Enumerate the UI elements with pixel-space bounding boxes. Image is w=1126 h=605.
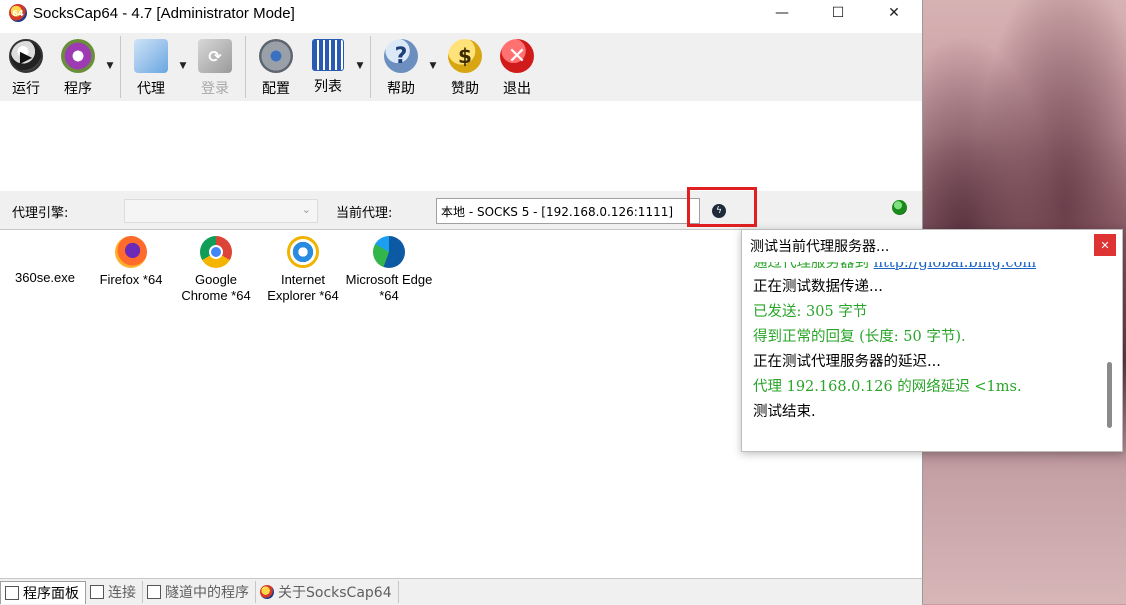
log-line: 正在测试数据传递...: [753, 279, 883, 295]
help-dropdown-arrow[interactable]: ▼: [427, 33, 439, 99]
chrome-icon: [200, 236, 232, 268]
program-item-chrome[interactable]: Google Chrome *64: [171, 232, 261, 304]
config-button[interactable]: 配置: [250, 33, 302, 99]
program-item-firefox[interactable]: Firefox *64: [86, 232, 176, 288]
program-label: Google Chrome *64: [181, 272, 251, 303]
gear-icon: [259, 39, 293, 73]
popup-title: 测试当前代理服务器...: [750, 239, 890, 255]
exit-button[interactable]: ✕ 退出: [491, 33, 543, 99]
toolbar-spacer-area: [0, 101, 922, 191]
chevron-down-icon: ⌄: [301, 203, 311, 216]
tab-about[interactable]: 关于SocksCap64: [256, 581, 399, 603]
toolbar-separator: [245, 36, 246, 98]
program-label: 程序: [64, 81, 92, 97]
test-log: 通过代理服务器到 http://global.bing.com 正在测试数据传递…: [742, 262, 1104, 448]
proxy-label: 代理: [137, 81, 165, 97]
log-line: 测试结束.: [753, 404, 816, 420]
log-line: 得到正常的回复 (长度: 50 字节).: [753, 329, 966, 345]
exit-label: 退出: [503, 81, 531, 97]
edge-icon: [373, 236, 405, 268]
tunnel-window-icon: [147, 585, 161, 599]
login-button[interactable]: ⟳ 登录: [189, 33, 241, 99]
list-label: 列表: [314, 79, 342, 95]
help-button[interactable]: ? 帮助: [375, 33, 427, 99]
program-label: Firefox *64: [99, 272, 163, 287]
add-program-icon: [61, 39, 95, 73]
refresh-login-icon: ⟳: [198, 39, 232, 73]
tab-label: 连接: [108, 585, 136, 601]
chevron-down-icon: ⌄: [441, 204, 450, 215]
toolbar-separator: [370, 36, 371, 98]
tab-connections[interactable]: 连接: [86, 581, 143, 603]
current-proxy-label: 当前代理:: [336, 206, 393, 221]
log-line: 代理 192.168.0.126 的网络延迟 <1ms.: [753, 379, 1022, 395]
log-text: 通过代理服务器到: [753, 262, 874, 271]
program-button[interactable]: 程序: [52, 33, 104, 99]
engine-label: 代理引擎:: [12, 206, 69, 221]
run-label: 运行: [12, 81, 40, 97]
minimize-button[interactable]: —: [754, 0, 810, 26]
run-button[interactable]: ▶ 运行: [0, 33, 52, 99]
log-scroll-thumb[interactable]: [1107, 362, 1112, 428]
popup-close-button[interactable]: ✕: [1094, 234, 1116, 256]
program-label: Microsoft Edge *64: [345, 272, 433, 303]
program-label: 360se.exe: [15, 270, 75, 285]
question-mark-icon: ?: [384, 39, 418, 73]
current-proxy-select[interactable]: 本地 - SOCKS 5 - [192.168.0.126:1111] ⌄: [436, 198, 700, 224]
program-item-ie[interactable]: Internet Explorer *64: [258, 232, 348, 304]
status-indicator-icon: [892, 200, 907, 215]
highlight-box: [687, 187, 757, 227]
proxy-network-icon: [134, 39, 168, 73]
tab-label: 隧道中的程序: [165, 585, 249, 601]
tab-label: 程序面板: [23, 585, 79, 602]
tab-tunneled-programs[interactable]: 隧道中的程序: [143, 581, 256, 603]
tab-program-panel[interactable]: 程序面板: [0, 580, 86, 604]
log-line-partial: 通过代理服务器到 http://global.bing.com: [753, 262, 1036, 276]
program-item-360se[interactable]: 360se.exe: [0, 270, 90, 286]
maximize-button[interactable]: ☐: [810, 0, 866, 26]
help-label: 帮助: [387, 81, 415, 97]
log-line: 已发送: 305 字节: [753, 304, 868, 320]
close-button[interactable]: ✕: [866, 0, 922, 26]
exit-x-icon: ✕: [500, 39, 534, 73]
test-proxy-popup: 测试当前代理服务器... ✕ 通过代理服务器到 http://global.bi…: [741, 229, 1123, 452]
donate-button[interactable]: $ 赞助: [439, 33, 491, 99]
login-label: 登录: [201, 81, 229, 97]
log-line: 正在测试代理服务器的延迟...: [753, 354, 941, 370]
program-item-edge[interactable]: Microsoft Edge *64: [344, 232, 434, 304]
main-toolbar: ▶ 运行 程序 ▼ 代理 ▼ ⟳ 登录 配置 列表 ▼ ? 帮助 ▼ $ 赞助 …: [0, 33, 922, 101]
program-dropdown-arrow[interactable]: ▼: [104, 33, 116, 99]
donate-label: 赞助: [451, 81, 479, 97]
bottom-tab-bar: 程序面板 连接 隧道中的程序 关于SocksCap64: [0, 578, 922, 605]
window-title: SocksCap64 - 4.7 [Administrator Mode]: [33, 4, 295, 22]
ie-icon: [287, 236, 319, 268]
proxy-engine-select[interactable]: ⌄: [124, 199, 318, 223]
proxy-dropdown-arrow[interactable]: ▼: [177, 33, 189, 99]
grid-list-icon: [312, 39, 344, 71]
log-link[interactable]: http://global.bing.com: [874, 262, 1037, 271]
config-label: 配置: [262, 81, 290, 97]
list-dropdown-arrow[interactable]: ▼: [354, 33, 366, 99]
panel-icon: [5, 585, 19, 600]
list-button[interactable]: 列表: [302, 33, 354, 99]
title-bar: 64 SocksCap64 - 4.7 [Administrator Mode]…: [0, 0, 922, 26]
app-logo-icon: [260, 585, 274, 599]
proxy-button[interactable]: 代理: [125, 33, 177, 99]
connection-icon: [90, 585, 104, 599]
tab-label: 关于SocksCap64: [278, 585, 392, 601]
dollar-coin-icon: $: [448, 39, 482, 73]
toolbar-separator: [120, 36, 121, 98]
firefox-icon: [115, 236, 147, 268]
play-icon: ▶: [9, 39, 43, 73]
program-label: Internet Explorer *64: [267, 272, 339, 303]
app-logo-icon: 64: [9, 4, 27, 22]
